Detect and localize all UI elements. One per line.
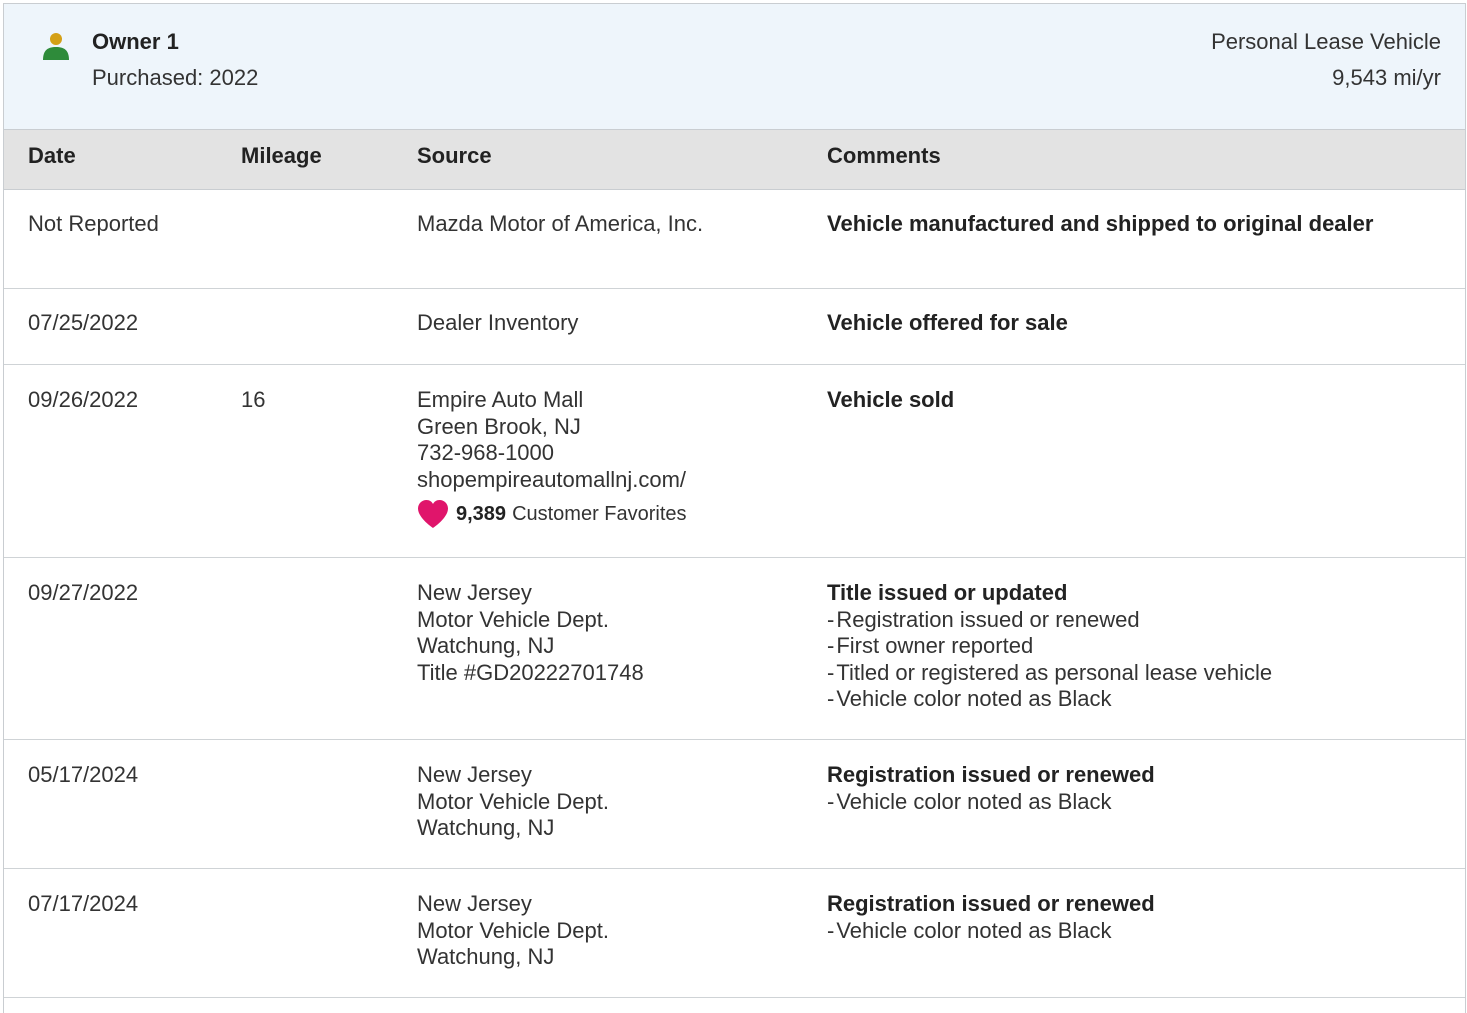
- table-header: Date Mileage Source Comments: [4, 129, 1465, 190]
- dealer-location: Green Brook, NJ: [417, 413, 581, 439]
- comment-item: First owner reported: [827, 633, 1447, 660]
- row-source: New Jersey Motor Vehicle Dept. Watchung,…: [417, 762, 807, 842]
- comment-item: Registration issued or renewed: [827, 607, 1447, 634]
- row-source: Empire Auto Mall Green Brook, NJ 732-968…: [417, 387, 807, 529]
- comment-item: Vehicle color noted as Black: [827, 686, 1447, 713]
- source-line: New Jersey: [417, 891, 532, 916]
- table-row: Not Reported Mazda Motor of America, Inc…: [4, 190, 1465, 289]
- dealer-name: Empire Auto Mall: [417, 387, 584, 412]
- comment-title: Vehicle offered for sale: [827, 310, 1068, 335]
- owner-summary-header: Owner 1 Purchased: 2022 Personal Lease V…: [4, 4, 1465, 129]
- person-icon: [43, 33, 69, 60]
- row-comments: Title issued or updated Registration iss…: [827, 580, 1447, 713]
- dealer-phone[interactable]: 732-968-1000: [417, 440, 807, 467]
- table-row: 05/17/2024 New Jersey Motor Vehicle Dept…: [4, 740, 1465, 869]
- owner-purchased-year: Purchased: 2022: [92, 65, 259, 90]
- row-date: 09/27/2022: [28, 580, 139, 605]
- row-date: 09/26/2022: [28, 387, 139, 412]
- owner-name: Owner 1: [92, 29, 179, 54]
- row-date: 07/25/2022: [28, 310, 139, 335]
- row-source: New Jersey Motor Vehicle Dept. Watchung,…: [417, 580, 807, 686]
- owner-vehicle-type: Personal Lease Vehicle: [1211, 29, 1441, 54]
- row-date: Not Reported: [28, 211, 159, 236]
- source-line: Mazda Motor of America, Inc.: [417, 211, 704, 236]
- source-line: Motor Vehicle Dept.: [417, 917, 609, 943]
- table-row: 07/17/2024 New Jersey Motor Vehicle Dept…: [4, 869, 1465, 998]
- table-row: 07/25/2022 Dealer Inventory Vehicle offe…: [4, 289, 1465, 365]
- column-header-date: Date: [28, 143, 76, 168]
- column-header-mileage: Mileage: [241, 143, 322, 168]
- source-line: Watchung, NJ: [417, 633, 555, 658]
- row-mileage: 16: [241, 387, 266, 412]
- source-line: Motor Vehicle Dept.: [417, 788, 609, 814]
- comment-title: Vehicle manufactured and shipped to orig…: [827, 211, 1374, 236]
- row-source: New Jersey Motor Vehicle Dept. Watchung,…: [417, 891, 807, 971]
- owner-history-panel: Owner 1 Purchased: 2022 Personal Lease V…: [3, 3, 1466, 1013]
- comment-title: Title issued or updated: [827, 580, 1068, 605]
- source-line: Watchung, NJ: [417, 944, 555, 969]
- row-comments: Registration issued or renewed Vehicle c…: [827, 762, 1447, 815]
- comment-item: Vehicle color noted as Black: [827, 918, 1447, 945]
- comment-item: Vehicle color noted as Black: [827, 789, 1447, 816]
- comment-title: Registration issued or renewed: [827, 762, 1155, 787]
- favorites-count: 9,389: [456, 502, 507, 525]
- row-source: Mazda Motor of America, Inc.: [417, 211, 807, 238]
- source-line: Watchung, NJ: [417, 815, 555, 840]
- comment-title: Vehicle sold: [827, 387, 955, 412]
- table-row: 09/26/2022 16 Empire Auto Mall Green Bro…: [4, 365, 1465, 558]
- column-header-source: Source: [417, 143, 492, 168]
- comment-title: Registration issued or renewed: [827, 891, 1155, 916]
- owner-miles-per-year: 9,543 mi/yr: [1332, 65, 1441, 90]
- column-header-comments: Comments: [827, 143, 941, 168]
- source-line: Dealer Inventory: [417, 310, 579, 335]
- source-line: Motor Vehicle Dept.: [417, 606, 609, 632]
- row-comments: Vehicle sold: [827, 387, 1447, 414]
- heart-icon: [418, 500, 448, 528]
- row-comments: Vehicle offered for sale: [827, 310, 1447, 337]
- title-number: Title #GD20222701748: [417, 659, 644, 685]
- row-date: 07/17/2024: [28, 891, 139, 916]
- favorites-label: Customer Favorites: [512, 502, 687, 525]
- row-source: Dealer Inventory: [417, 310, 807, 337]
- row-comments: Registration issued or renewed Vehicle c…: [827, 891, 1447, 944]
- dealer-website-link[interactable]: shopempireautomallnj.com/: [417, 467, 807, 494]
- table-row: 09/27/2022 New Jersey Motor Vehicle Dept…: [4, 558, 1465, 740]
- customer-favorites: 9,389 Customer Favorites: [417, 499, 807, 529]
- comment-item: Titled or registered as personal lease v…: [827, 660, 1447, 687]
- source-line: New Jersey: [417, 762, 532, 787]
- row-date: 05/17/2024: [28, 762, 139, 787]
- source-line: New Jersey: [417, 580, 532, 605]
- row-comments: Vehicle manufactured and shipped to orig…: [827, 211, 1447, 238]
